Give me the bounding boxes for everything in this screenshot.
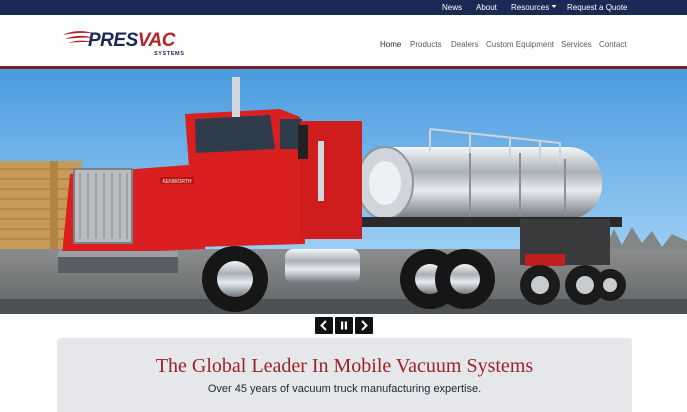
nav-item-home[interactable]: Home bbox=[380, 40, 401, 50]
truck-badge-text: KENWORTH bbox=[162, 179, 191, 185]
brand-word-part2: VAC bbox=[137, 30, 176, 51]
tagline-subtitle: Over 45 years of vacuum truck manufactur… bbox=[207, 383, 482, 395]
pause-icon bbox=[341, 321, 347, 330]
topbar-link-news[interactable]: News bbox=[442, 2, 462, 13]
tagline-title: The Global Leader In Mobile Vacuum Syste… bbox=[155, 355, 534, 377]
brand-subtitle: SYSTEMS bbox=[154, 51, 185, 57]
chevron-right-icon bbox=[361, 320, 368, 331]
main-header: PRESVAC SYSTEMS Home Products Dealers Cu… bbox=[0, 15, 687, 68]
brand-logo[interactable]: PRESVAC SYSTEMS bbox=[62, 30, 194, 60]
chevron-left-icon bbox=[320, 320, 327, 331]
slider-prev-button[interactable] bbox=[315, 317, 333, 334]
nav-item-dealers[interactable]: Dealers bbox=[451, 40, 479, 50]
brand-word-part1: PRES bbox=[88, 30, 138, 51]
slider-next-button[interactable] bbox=[355, 317, 373, 334]
hero-truck-illustration: KENWORTH bbox=[0, 69, 687, 314]
topbar-link-about[interactable]: About bbox=[476, 2, 497, 13]
chevron-down-icon bbox=[551, 5, 557, 8]
topbar-link-resources[interactable]: Resources bbox=[511, 2, 557, 13]
tagline-panel: The Global Leader In Mobile Vacuum Syste… bbox=[57, 338, 632, 412]
utility-bar: News About Resources Request a Quote bbox=[0, 0, 687, 15]
nav-item-contact[interactable]: Contact bbox=[599, 40, 627, 50]
nav-item-custom-equipment[interactable]: Custom Equipment bbox=[486, 40, 554, 50]
nav-item-services[interactable]: Services bbox=[561, 40, 592, 50]
hero-slide: KENWORTH bbox=[0, 69, 687, 314]
slider-pause-button[interactable] bbox=[335, 317, 353, 334]
topbar-link-resources-label: Resources bbox=[511, 3, 550, 12]
nav-item-products[interactable]: Products bbox=[410, 40, 442, 50]
topbar-link-request-quote[interactable]: Request a Quote bbox=[567, 2, 627, 13]
brand-wordmark: PRESVAC bbox=[88, 30, 175, 52]
